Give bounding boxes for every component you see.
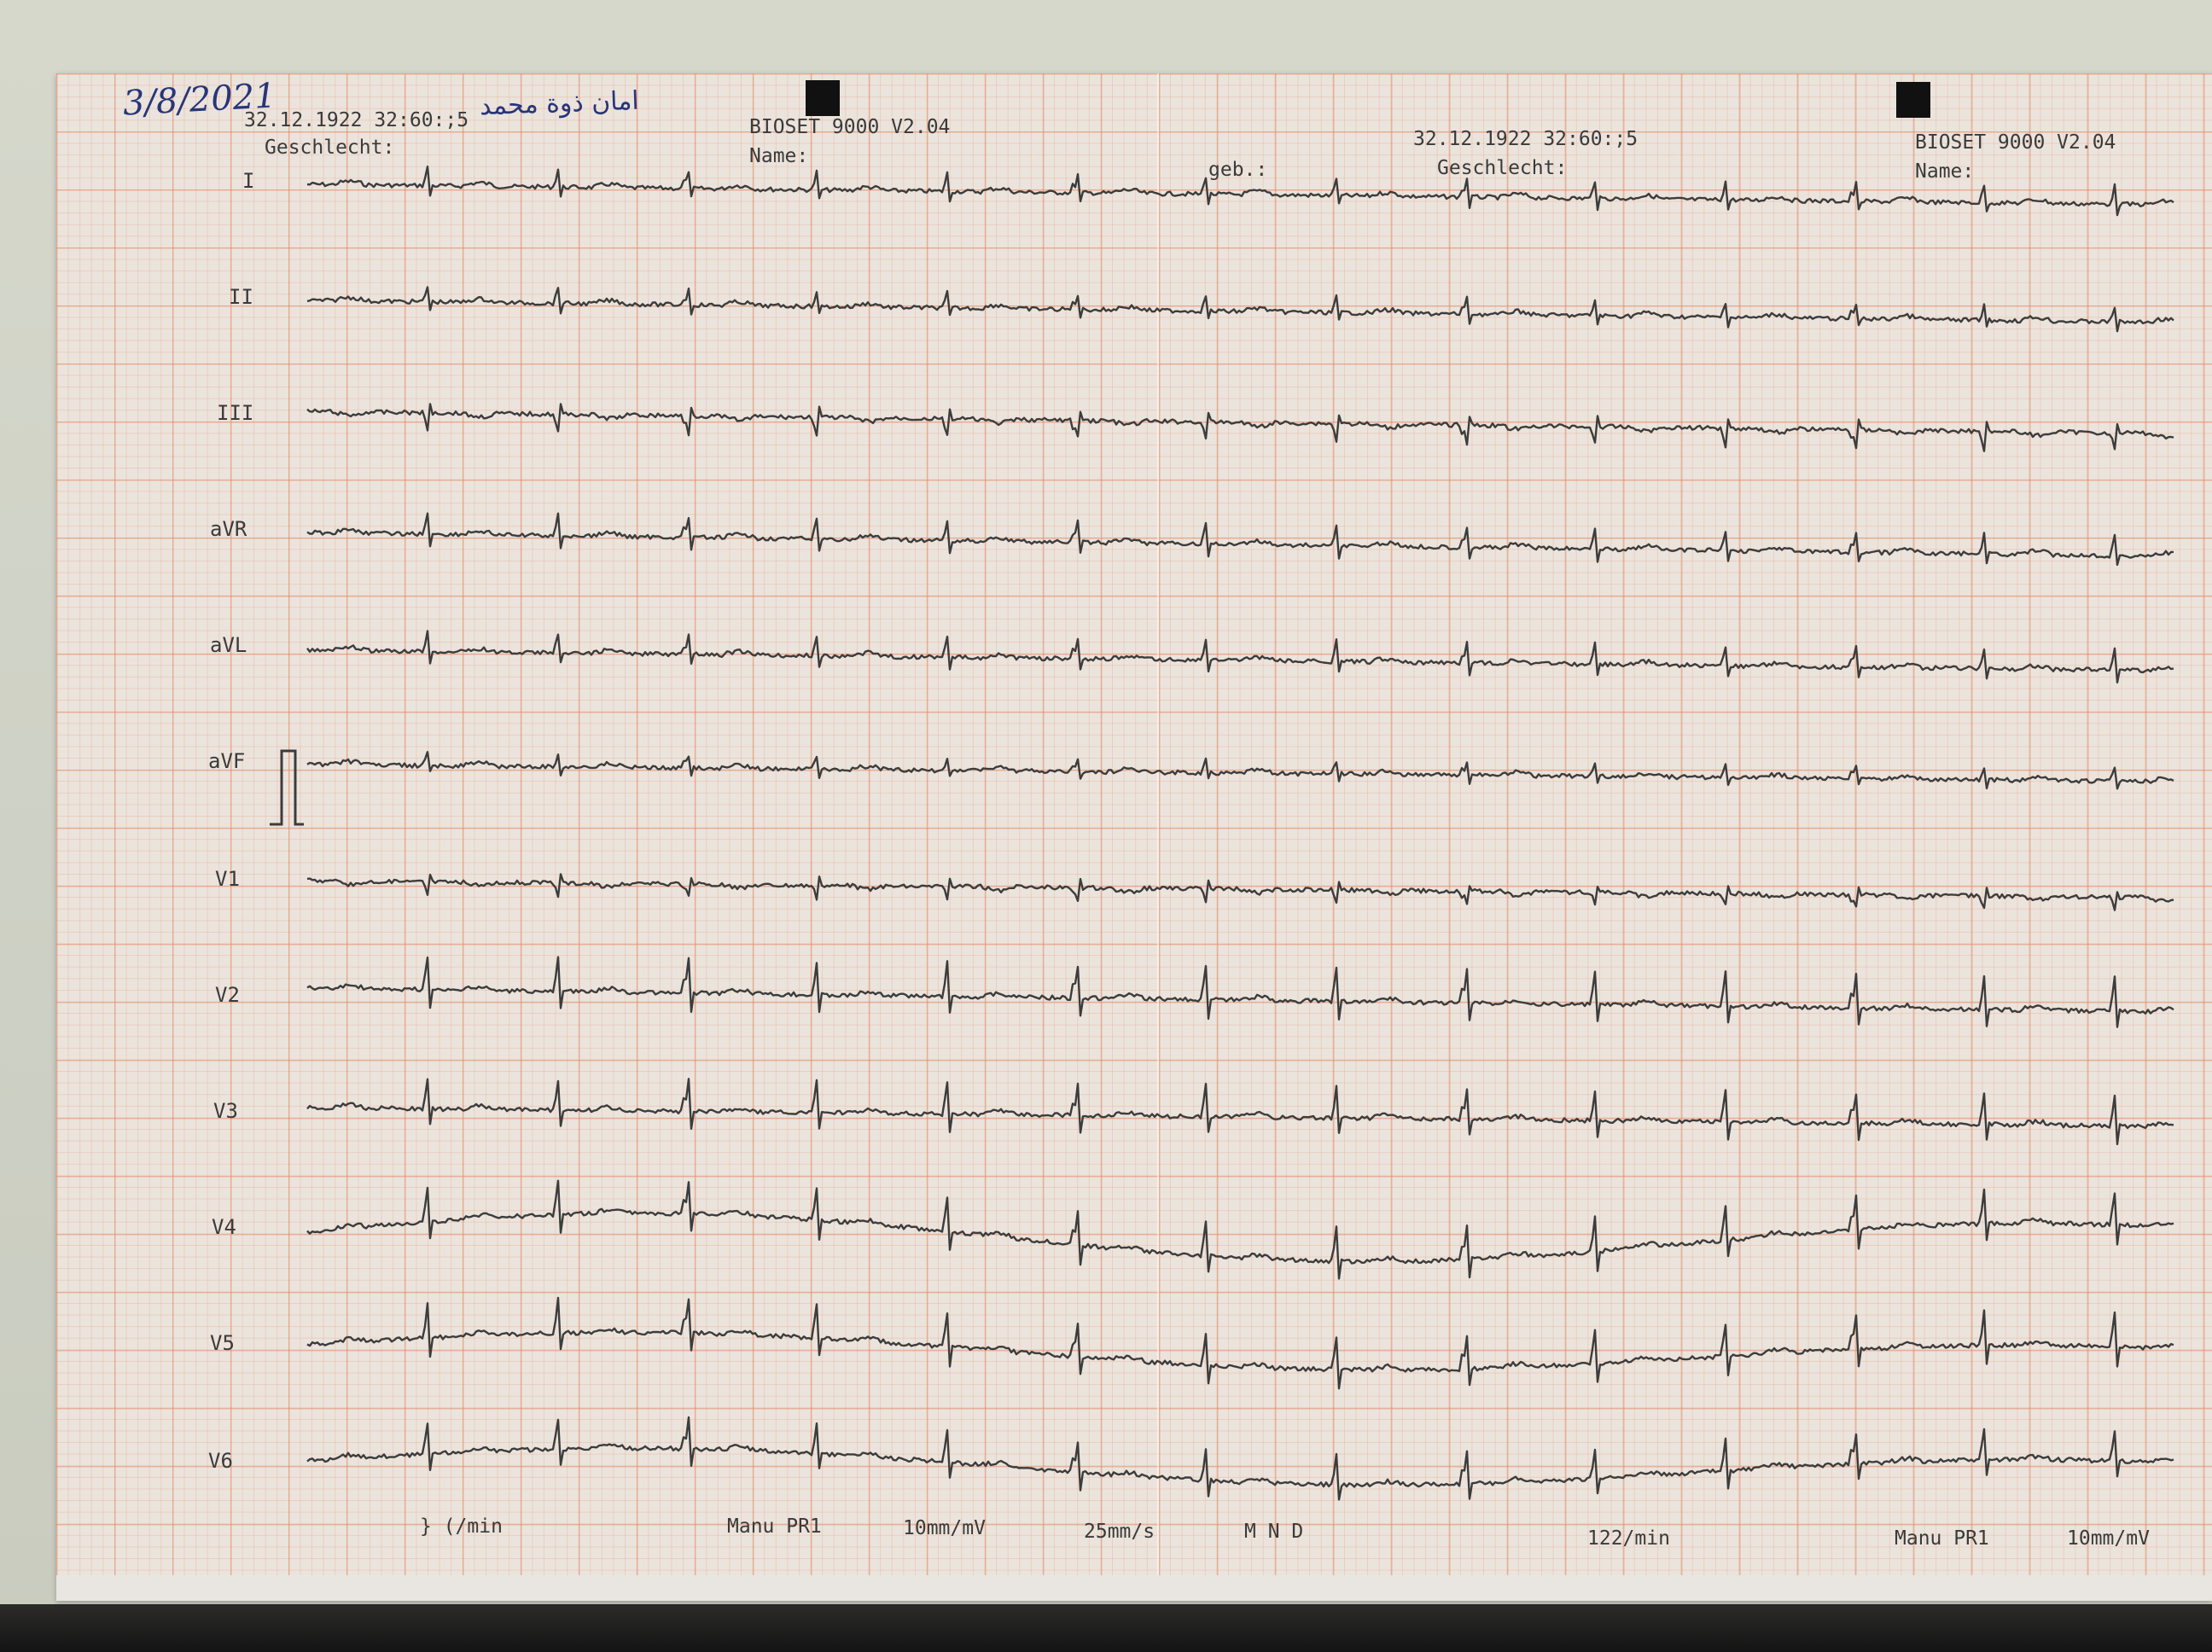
ecg-trace-aVL — [306, 630, 2174, 683]
ecg-trace-V2 — [306, 956, 2174, 1028]
ecg-trace-III — [306, 403, 2174, 452]
calibration-pulse — [270, 749, 304, 826]
ecg-traces — [270, 166, 2174, 1501]
ecg-trace-II — [306, 286, 2174, 333]
ecg-trace-I — [306, 166, 2174, 217]
ecg-trace-V3 — [306, 1078, 2174, 1146]
ecg-trace-aVF — [306, 751, 2174, 790]
ecg-trace-V6 — [306, 1416, 2174, 1501]
ecg-trace-aVR — [306, 512, 2174, 567]
ecg-trace-group — [306, 166, 2174, 1501]
ecg-trace-V5 — [306, 1296, 2174, 1390]
ecg-trace-V4 — [306, 1179, 2174, 1280]
ecg-trace-V1 — [306, 873, 2174, 911]
